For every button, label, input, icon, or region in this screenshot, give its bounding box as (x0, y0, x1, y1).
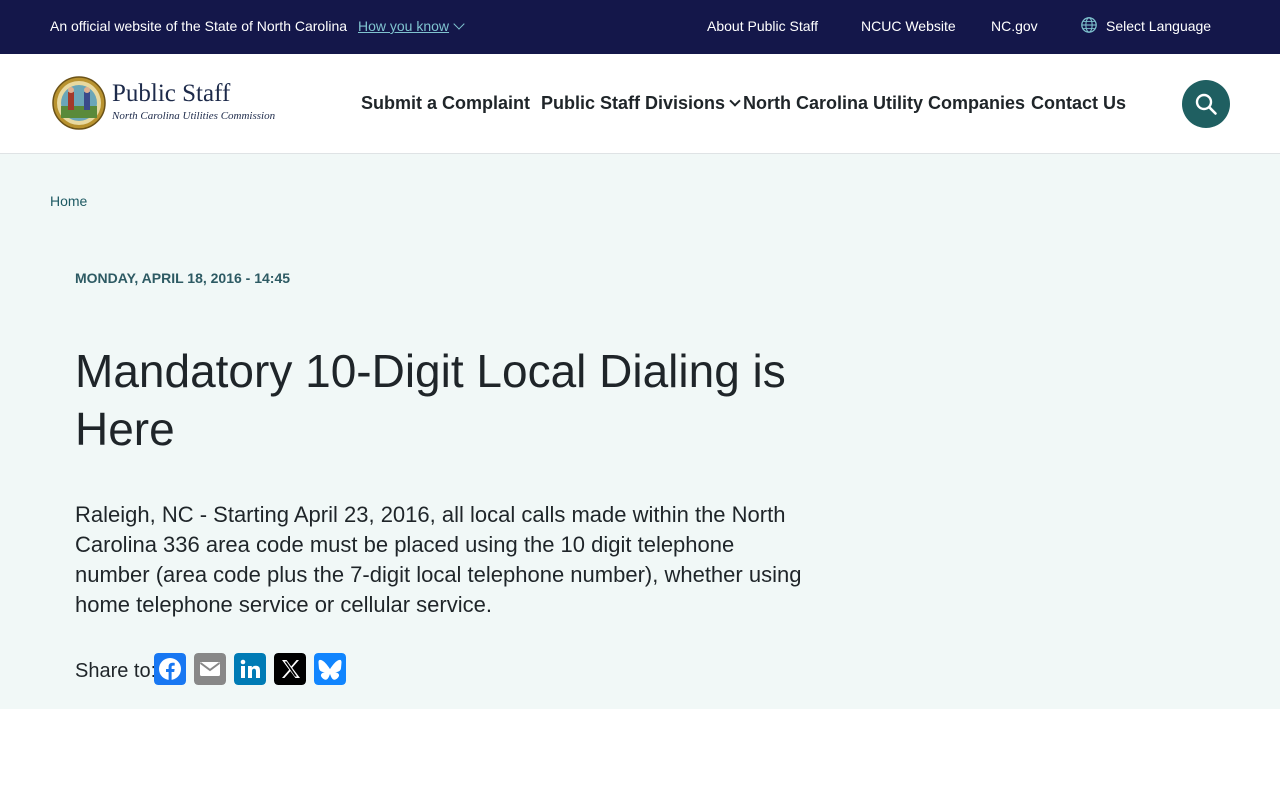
nc-seal-logo[interactable] (52, 76, 106, 130)
nc-gov-link[interactable]: NC.gov (991, 18, 1038, 34)
x-icon[interactable] (274, 653, 306, 685)
brand-title[interactable]: Public Staff (112, 80, 230, 108)
nav-divisions-label: Public Staff Divisions (541, 93, 726, 113)
how-you-know-label: How you know (358, 18, 450, 34)
article-date: MONDAY, APRIL 18, 2016 - 14:45 (75, 270, 291, 286)
page-title: Mandatory 10-Digit Local Dialing is Here (75, 345, 786, 455)
nav-public-staff-divisions[interactable]: Public Staff Divisions (541, 93, 741, 114)
linkedin-icon[interactable] (234, 653, 266, 685)
article-body: Raleigh, NC - Starting April 23, 2016, a… (75, 502, 802, 617)
facebook-icon[interactable] (154, 653, 186, 685)
bluesky-icon[interactable] (314, 653, 346, 685)
main-content: Home MONDAY, APRIL 18, 2016 - 14:45 Mand… (0, 154, 1280, 709)
search-button[interactable] (1182, 80, 1230, 128)
select-language-button[interactable]: Select Language (1106, 18, 1211, 34)
email-icon[interactable] (194, 653, 226, 685)
chevron-down-icon (729, 95, 741, 107)
how-you-know-link[interactable]: How you know (358, 18, 465, 34)
chevron-down-icon (453, 18, 465, 30)
official-banner: An official website of the State of Nort… (0, 0, 1280, 54)
search-icon (1195, 93, 1217, 115)
share-label: Share to: (75, 660, 157, 682)
nav-contact-us[interactable]: Contact Us (1031, 93, 1126, 114)
nav-submit-complaint[interactable]: Submit a Complaint (361, 93, 530, 114)
globe-icon[interactable] (1080, 16, 1098, 34)
breadcrumb-home[interactable]: Home (50, 193, 87, 209)
official-site-text: An official website of the State of Nort… (50, 18, 348, 34)
site-header: Public Staff North Carolina Utilities Co… (0, 54, 1280, 154)
ncuc-website-link[interactable]: NCUC Website (861, 18, 956, 34)
about-public-staff-link[interactable]: About Public Staff (707, 18, 818, 34)
nav-utility-companies[interactable]: North Carolina Utility Companies (743, 93, 1025, 114)
brand-subtitle: North Carolina Utilities Commission (112, 110, 276, 122)
